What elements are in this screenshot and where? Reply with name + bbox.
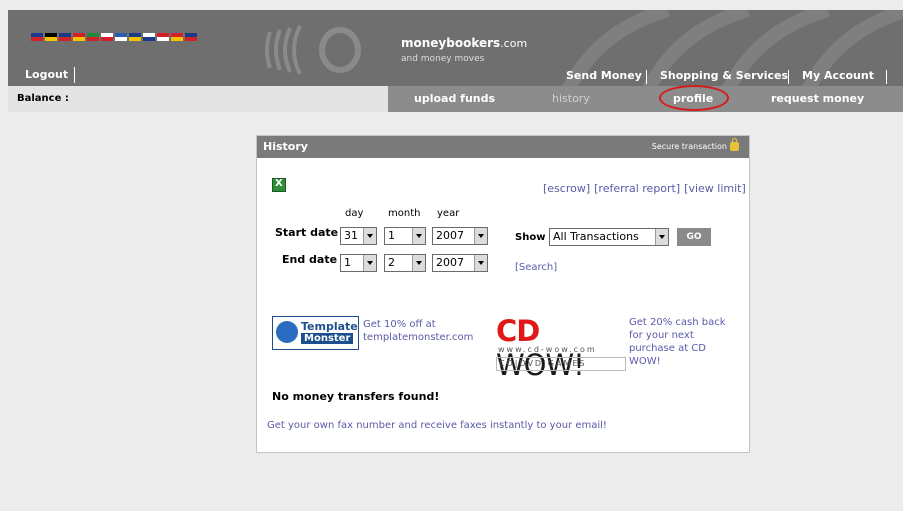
cd-wow-categories: CD|DVD|GAMES [496,357,626,371]
fax-promo-link[interactable]: Get your own fax number and receive faxe… [267,420,607,431]
year-label: year [437,208,460,219]
chevron-down-icon [474,228,487,244]
no-transfers-message: No money transfers found! [272,390,440,403]
chevron-down-icon [412,255,425,271]
nav-send-money[interactable]: Send Money [566,66,642,86]
referral-report-link[interactable]: [referral report] [594,182,680,195]
go-button[interactable]: GO [677,228,711,246]
balance-area: Balance : [8,86,388,112]
gr-flag[interactable] [115,33,127,41]
brand-tagline: and money moves [401,54,485,64]
panel-title: History [263,140,308,153]
end-date-label: End date [282,253,338,266]
cz-flag[interactable] [185,33,197,41]
cd-wow-ad-text[interactable]: Get 20% cash back for your next purchase… [629,316,729,368]
month-label: month [388,208,421,219]
nav-divider [886,70,887,84]
language-flags [31,33,197,41]
chevron-down-icon [363,228,376,244]
ru-flag[interactable] [143,33,155,41]
template-monster-logo[interactable]: Template Monster [272,316,359,350]
panel-header: History Secure transaction [257,136,749,158]
balance-label: Balance : [17,93,69,104]
end-month-select[interactable]: 2 [384,254,426,272]
chevron-down-icon [363,255,376,271]
start-date-label: Start date [275,226,339,239]
de-flag[interactable] [45,33,57,41]
profile-highlight-circle [659,85,729,111]
transaction-type-select[interactable]: All Transactions [549,228,669,246]
end-year-select[interactable]: 2007 [432,254,488,272]
sub-navigation: Balance : upload funds history profile r… [8,86,903,112]
subnav-upload-funds[interactable]: upload funds [414,92,495,105]
ro-flag[interactable] [129,33,141,41]
show-label: Show [515,232,546,243]
brand-logo: moneybookers.com [401,36,528,50]
cn-flag[interactable] [171,33,183,41]
chevron-down-icon [474,255,487,271]
excel-export-icon[interactable] [272,178,286,192]
logout-link[interactable]: Logout [25,67,76,83]
nav-shopping-services[interactable]: Shopping & Services [660,66,788,86]
tm-logo-text-2: Monster [301,333,354,344]
es-flag[interactable] [73,33,85,41]
lock-icon [730,138,739,151]
top-header: Logout moneybookers.com and money moves … [8,10,903,86]
start-day-select[interactable]: 31 [340,227,377,245]
chevron-down-icon [412,228,425,244]
end-day-select[interactable]: 1 [340,254,377,272]
account-links: [escrow] [referral report] [view limit] [543,182,746,195]
start-year-select[interactable]: 2007 [432,227,488,245]
view-limit-link[interactable]: [view limit] [684,182,746,195]
chevron-down-icon [655,229,668,245]
escrow-link[interactable]: [escrow] [543,182,590,195]
nav-divider [646,70,647,84]
it-flag[interactable] [87,33,99,41]
search-link[interactable]: [Search] [515,262,557,273]
nav-my-account[interactable]: My Account [802,66,874,86]
subnav-history[interactable]: history [552,92,590,105]
history-panel: History Secure transaction [escrow] [ref… [256,135,750,453]
nav-divider [788,70,789,84]
fr-flag[interactable] [59,33,71,41]
day-label: day [345,208,364,219]
tr-flag[interactable] [157,33,169,41]
cd-wow-logo[interactable]: CD WOW! www.cd-wow.com CD|DVD|GAMES [494,314,627,382]
cd-wow-url: www.cd-wow.com [498,345,597,354]
template-monster-ad-text[interactable]: Get 10% off at templatemonster.com [363,318,473,344]
tm-logo-text: Template [301,320,358,333]
pl-flag[interactable] [101,33,113,41]
subnav-request-money[interactable]: request money [771,92,864,105]
start-month-select[interactable]: 1 [384,227,426,245]
secure-transaction: Secure transaction [652,138,739,151]
template-monster-emblem [276,321,298,343]
uk-flag[interactable] [31,33,43,41]
